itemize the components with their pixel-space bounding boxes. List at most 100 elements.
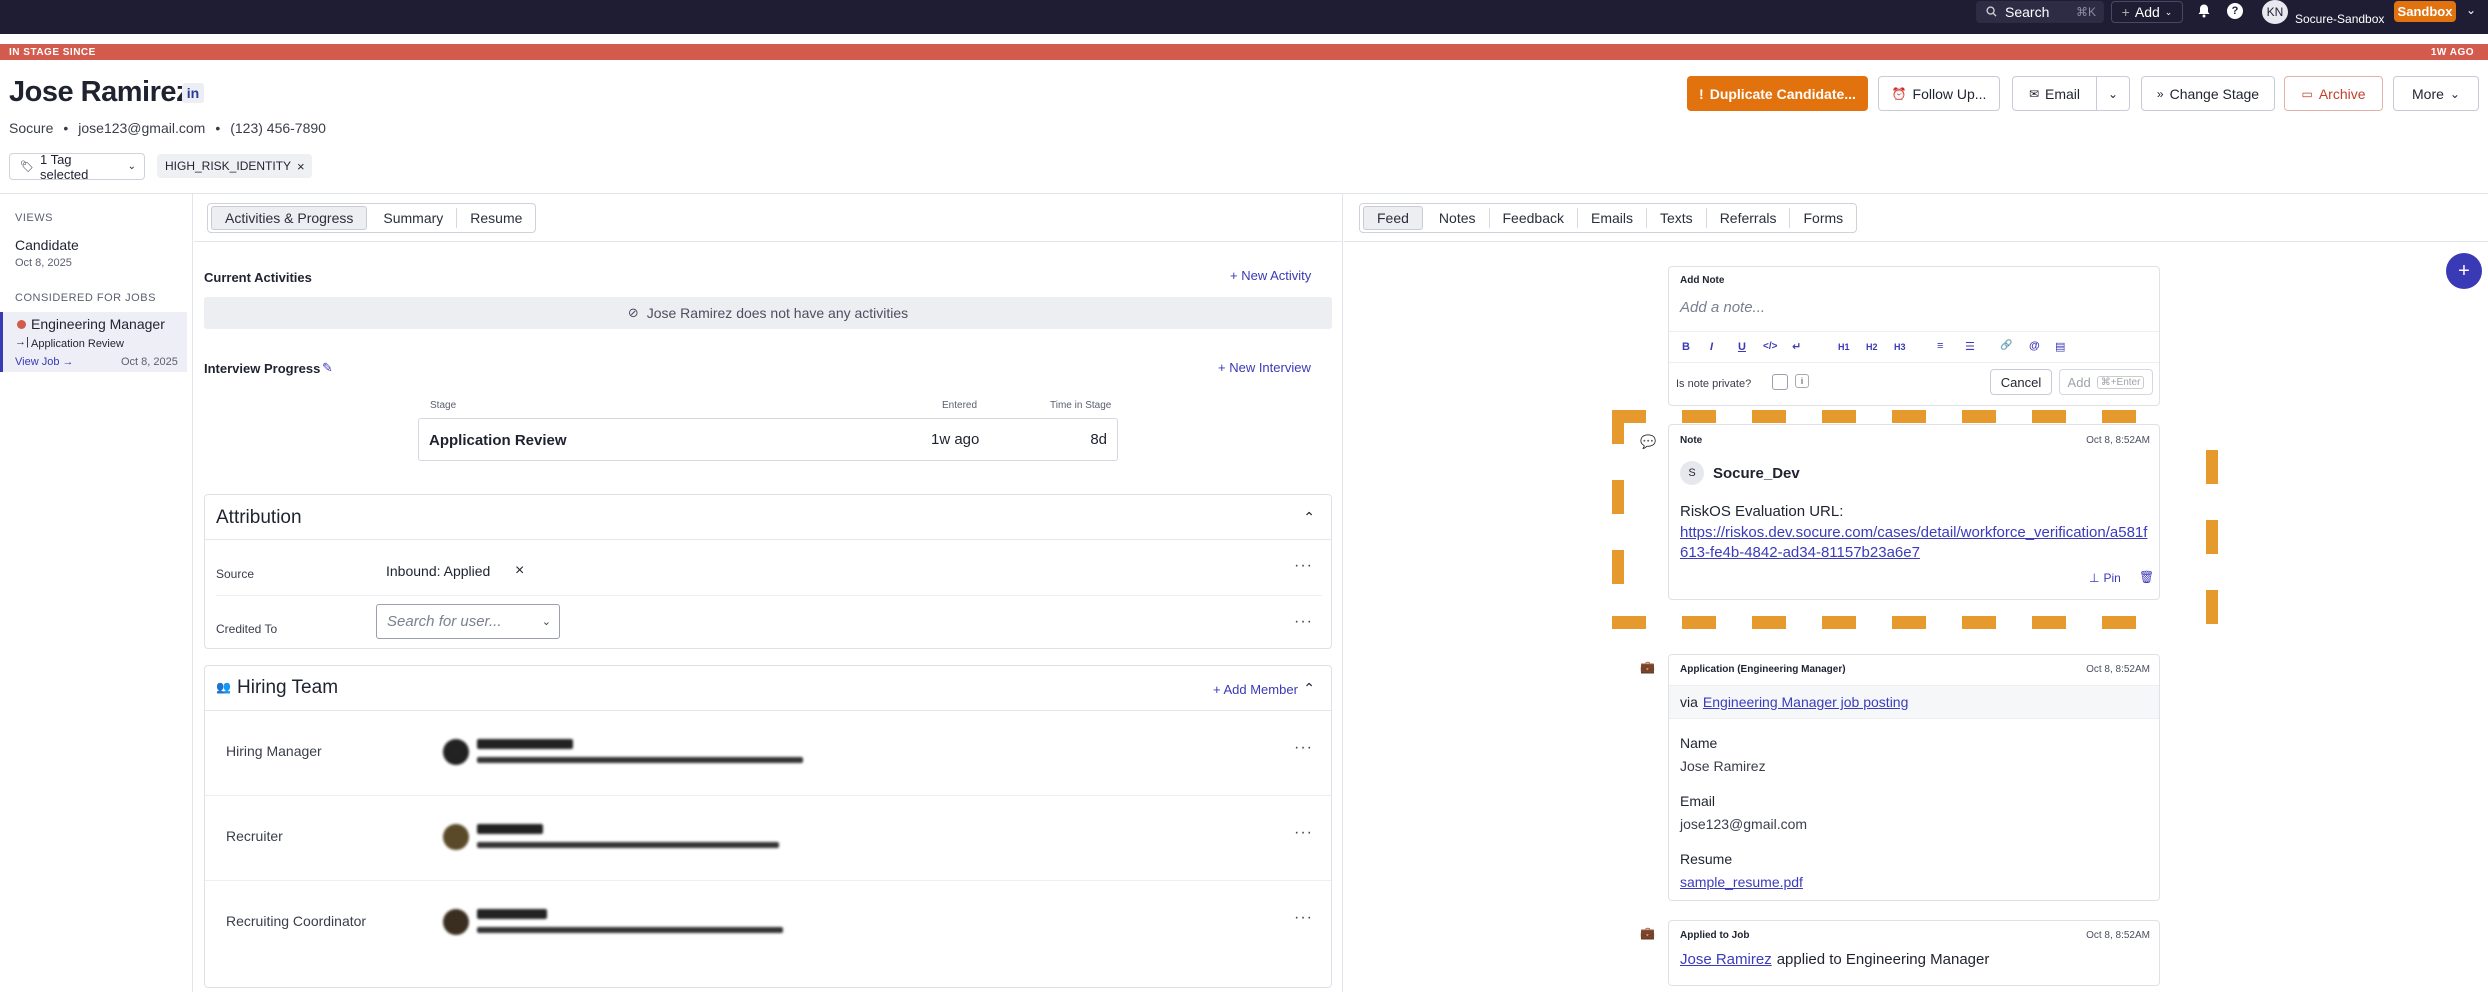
template-icon[interactable]: ▤: [2055, 340, 2065, 353]
bold-icon[interactable]: B: [1682, 341, 1690, 353]
remove-source-icon[interactable]: ×: [515, 562, 524, 580]
search-button[interactable]: Search ⌘K: [1976, 1, 2104, 23]
tag-chip[interactable]: HIGH_RISK_IDENTITY ×: [157, 154, 312, 178]
duplicate-candidate-button[interactable]: ! Duplicate Candidate...: [1687, 76, 1868, 111]
pin-button[interactable]: ⊥ Pin: [2089, 571, 2121, 585]
application-type: Application (Engineering Manager): [1680, 664, 1846, 675]
note-input[interactable]: Add a note...: [1680, 299, 2150, 321]
application-date: Oct 8, 8:52AM: [2086, 664, 2150, 675]
heading1-icon[interactable]: H1: [1838, 342, 1850, 352]
candidate-email[interactable]: jose123@gmail.com: [78, 120, 205, 136]
credited-more-icon[interactable]: ···: [1294, 613, 1313, 631]
link-icon[interactable]: 🔗: [2000, 340, 2012, 351]
chevron-down-icon[interactable]: ⌄: [2466, 3, 2476, 17]
add-note-button[interactable]: Add ⌘+Enter: [2059, 369, 2153, 395]
add-menu-button[interactable]: + Add ⌄: [2111, 1, 2183, 23]
credited-to-input[interactable]: Search for user... ⌄: [376, 604, 560, 639]
redacted-name: [477, 739, 573, 749]
tab-summary[interactable]: Summary: [370, 208, 458, 228]
avatar[interactable]: [443, 739, 469, 765]
tab-resume[interactable]: Resume: [457, 208, 535, 228]
search-label: Search: [2005, 4, 2050, 20]
org-name[interactable]: Socure-Sandbox: [2295, 12, 2384, 26]
code-icon[interactable]: </>: [1763, 341, 1777, 352]
more-button[interactable]: More ⌄: [2393, 76, 2479, 111]
mention-icon[interactable]: @: [2029, 340, 2040, 352]
chevron-down-icon: ⌄: [2107, 86, 2119, 101]
current-activities-heading: Current Activities: [204, 270, 312, 285]
archive-label: Archive: [2318, 85, 2366, 102]
note-author: Socure_Dev: [1713, 465, 1800, 482]
chevron-up-icon[interactable]: ⌃: [1303, 509, 1315, 526]
application-card: Application (Engineering Manager) Oct 8,…: [1668, 654, 2160, 901]
add-member-button[interactable]: + Add Member: [1213, 682, 1298, 697]
underline-icon[interactable]: U: [1738, 341, 1746, 353]
tab-texts[interactable]: Texts: [1647, 208, 1707, 228]
resume-link[interactable]: sample_resume.pdf: [1680, 874, 1803, 890]
environment-badge[interactable]: Sandbox: [2394, 1, 2456, 22]
ordered-list-icon[interactable]: ≡: [1937, 340, 1943, 352]
floating-add-button[interactable]: +: [2446, 253, 2482, 289]
candidate-phone[interactable]: (123) 456-7890: [230, 120, 326, 136]
team-row-more-icon[interactable]: ···: [1294, 824, 1313, 842]
italic-icon[interactable]: I: [1710, 341, 1713, 353]
left-tabs: Activities & Progress Summary Resume: [207, 203, 537, 233]
jobs-heading: CONSIDERED FOR JOBS: [15, 292, 156, 304]
tab-emails[interactable]: Emails: [1578, 208, 1647, 228]
close-icon[interactable]: ×: [297, 159, 305, 174]
avatar[interactable]: KN: [2262, 0, 2288, 24]
bell-icon[interactable]: [2196, 3, 2214, 21]
sidebar-view-date: Oct 8, 2025: [15, 257, 72, 269]
tag-selector[interactable]: 🏷 1 Tag selected ⌄: [9, 151, 145, 182]
note-url-link[interactable]: https://riskos.dev.socure.com/cases/deta…: [1680, 523, 2158, 563]
email-dropdown-button[interactable]: ⌄: [2096, 76, 2130, 111]
source-more-icon[interactable]: ···: [1294, 557, 1313, 575]
code-block-icon[interactable]: ↵: [1792, 340, 1801, 353]
private-checkbox[interactable]: [1772, 374, 1788, 390]
comment-icon: 💬: [1640, 434, 1657, 449]
linkedin-icon[interactable]: in: [182, 83, 204, 103]
email-button[interactable]: ✉ Email: [2012, 76, 2097, 111]
pencil-icon[interactable]: ✎: [322, 360, 333, 376]
heading3-icon[interactable]: H3: [1894, 342, 1906, 352]
bullet-list-icon[interactable]: ☰: [1965, 340, 1975, 353]
tab-referrals[interactable]: Referrals: [1707, 208, 1791, 228]
view-job-link[interactable]: View Job →: [15, 356, 74, 368]
email-label: Email: [1680, 793, 1716, 809]
tab-forms[interactable]: Forms: [1790, 208, 1856, 228]
help-icon[interactable]: ?: [2227, 3, 2243, 19]
tab-feed[interactable]: Feed: [1363, 206, 1423, 230]
sidebar-view-candidate[interactable]: Candidate: [15, 237, 79, 253]
add-note-heading: Add Note: [1680, 275, 1725, 286]
applied-type: Applied to Job: [1680, 930, 1750, 941]
stage-arrow-icon: →|: [15, 336, 29, 348]
source-row-divider: [216, 595, 1322, 596]
chevron-up-icon[interactable]: ⌃: [1303, 680, 1315, 697]
change-stage-button[interactable]: » Change Stage: [2141, 76, 2275, 111]
trash-icon[interactable]: 🗑: [2139, 570, 2154, 584]
new-interview-button[interactable]: + New Interview: [1218, 360, 1311, 375]
add-label: Add: [2134, 4, 2160, 20]
new-activity-button[interactable]: + New Activity: [1230, 268, 1311, 283]
tab-notes[interactable]: Notes: [1426, 208, 1490, 228]
cancel-note-button[interactable]: Cancel: [1990, 369, 2052, 395]
redacted-name: [477, 824, 543, 834]
archive-button[interactable]: ▭ Archive: [2284, 76, 2383, 111]
tab-feedback[interactable]: Feedback: [1490, 208, 1578, 228]
job-posting-link[interactable]: Engineering Manager job posting: [1703, 694, 1908, 710]
tag-selector-label: 1 Tag selected: [39, 151, 89, 182]
team-row-more-icon[interactable]: ···: [1294, 909, 1313, 927]
avatar[interactable]: [443, 909, 469, 935]
sidebar-job-item[interactable]: Engineering Manager →| Application Revie…: [0, 312, 187, 372]
chevron-down-icon: ⌄: [541, 616, 551, 628]
tab-activities-progress[interactable]: Activities & Progress: [211, 206, 368, 230]
team-row-more-icon[interactable]: ···: [1294, 739, 1313, 757]
follow-up-button[interactable]: ⏰ Follow Up...: [1878, 76, 2000, 111]
candidate-link[interactable]: Jose Ramirez: [1680, 951, 1772, 968]
heading2-icon[interactable]: H2: [1866, 342, 1878, 352]
avatar[interactable]: [443, 824, 469, 850]
note-toolbar: B I U </> ↵ H1 H2 H3 ≡ ☰ 🔗 @ ▤: [1669, 331, 2159, 363]
duplicate-candidate-label: Duplicate Candidate...: [1709, 85, 1856, 102]
redacted-email: [477, 842, 779, 848]
sidebar-job-title: Engineering Manager: [31, 316, 165, 332]
